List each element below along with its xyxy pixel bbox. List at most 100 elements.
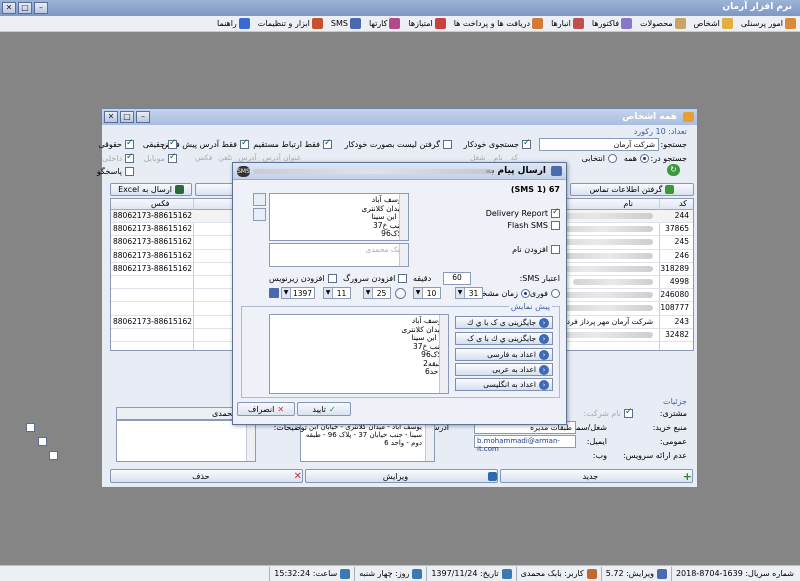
- form-maximize-icon[interactable]: □: [120, 111, 134, 123]
- menu-sms[interactable]: SMS: [331, 18, 361, 29]
- customer-label: مشتری:: [659, 409, 687, 418]
- search-in-selective[interactable]: انتخابی: [582, 154, 617, 163]
- add-header-checkbox[interactable]: [398, 274, 408, 283]
- copy-icon[interactable]: [253, 193, 266, 206]
- delivery-report-option[interactable]: Delivery Report: [486, 207, 560, 218]
- minimize-icon[interactable]: –: [34, 2, 48, 14]
- form-close-icon[interactable]: ✕: [104, 111, 118, 123]
- immediate-radio[interactable]: [551, 289, 560, 298]
- answering-checkbox[interactable]: [125, 167, 134, 176]
- calendar-icon[interactable]: [269, 288, 279, 298]
- new-button[interactable]: + جدید: [500, 469, 693, 483]
- company-checkbox[interactable]: [624, 407, 633, 418]
- flash-sms-option[interactable]: Flash SMS: [507, 221, 560, 230]
- toolbar-button[interactable]: [195, 183, 235, 196]
- add-footer-option[interactable]: افزودن زیرنویس: [269, 274, 337, 283]
- general-checkbox[interactable]: [37, 437, 47, 446]
- add-name-option[interactable]: افزودن نام: [512, 245, 560, 254]
- form-minimize-icon[interactable]: –: [136, 111, 150, 123]
- default-addr-checkbox[interactable]: [240, 138, 249, 149]
- opt-address-title[interactable]: عنوان آدرس: [263, 153, 302, 162]
- mobile-option[interactable]: موبایل: [144, 152, 177, 163]
- hour-select[interactable]: 31 ▼: [455, 287, 483, 299]
- search-in-all[interactable]: همه: [624, 154, 649, 163]
- col-code: کد: [678, 199, 687, 208]
- format-icon[interactable]: [253, 208, 266, 221]
- opt-name[interactable]: نام: [494, 153, 503, 162]
- answering-option[interactable]: پاسخگو: [97, 167, 134, 176]
- menu-points[interactable]: امتیازها: [408, 18, 446, 29]
- digits-ar-button[interactable]: ‹ اعداد به عربی: [455, 363, 553, 376]
- delete-icon: ✕: [293, 470, 302, 482]
- persons-icon: [721, 18, 733, 29]
- opt-fax[interactable]: فکس: [195, 153, 212, 162]
- get-contact-info-button[interactable]: گرفتن اطلاعات تماس: [570, 183, 694, 196]
- email-field[interactable]: b.mohammadi@arman-it.com: [474, 435, 576, 453]
- auto-list-option[interactable]: گرفتن لیست بصورت خودکار: [345, 140, 452, 149]
- digits-en-button[interactable]: ‹ اعداد به انگلیسی: [455, 378, 553, 391]
- auto-search-checkbox[interactable]: [522, 138, 531, 149]
- natural-option[interactable]: حقیقی: [143, 138, 177, 149]
- minute-select[interactable]: 10 ▼: [413, 287, 441, 299]
- digits-fa-button[interactable]: ‹ اعداد به فارسی: [455, 348, 553, 361]
- selective-radio[interactable]: [608, 154, 617, 163]
- month-select[interactable]: 11 ▼: [323, 287, 351, 299]
- address-field[interactable]: یوسف آباد - میدان کلانتری - خیابان ابن س…: [300, 420, 435, 462]
- menu-warehouses[interactable]: انبارها: [551, 18, 584, 29]
- direct-only-option[interactable]: فقط ارتباط مستقیم: [253, 138, 332, 149]
- menu-payments[interactable]: دریافت ها و پرداخت ها: [454, 18, 544, 29]
- opt-code[interactable]: کد: [511, 153, 519, 162]
- replace-persian-button[interactable]: ‹ جایگزینی ي ك با ی ک: [455, 332, 553, 345]
- natural-checkbox[interactable]: [168, 138, 177, 149]
- menu-help[interactable]: راهنما: [217, 18, 250, 29]
- menu-personnel[interactable]: امور پرسنلی: [741, 18, 796, 29]
- signature-textarea[interactable]: بابک محمدی: [269, 243, 409, 267]
- year-select[interactable]: 1397 ▼: [281, 287, 315, 299]
- scheduled-radio[interactable]: [521, 289, 530, 298]
- delete-button[interactable]: ✕ حذف: [110, 469, 303, 483]
- send-excel-button[interactable]: ارسال به Excel: [110, 183, 192, 196]
- message-textarea[interactable]: یوسف آباد میدان کلانتری خ ابن سینا جنب خ…: [269, 193, 409, 241]
- opt-job[interactable]: شغل: [470, 153, 486, 162]
- form-title: همه اشخاص: [622, 112, 677, 122]
- customer-option[interactable]: نام شرکت:: [583, 407, 633, 418]
- add-name-checkbox[interactable]: [551, 245, 560, 254]
- cancel-button[interactable]: ✕ انصراف: [237, 402, 295, 416]
- refresh-icon[interactable]: ↻: [667, 164, 680, 176]
- all-radio[interactable]: [640, 154, 649, 163]
- menu-invoices[interactable]: فاکتورها: [592, 18, 633, 29]
- ok-button[interactable]: ✓ تایید: [297, 402, 351, 416]
- auto-search-option[interactable]: جستجوی خودکار: [464, 138, 531, 149]
- add-footer-checkbox[interactable]: [327, 274, 337, 283]
- status-serial: شماره سریال: 1639-8704-2018: [670, 566, 798, 581]
- immediate-option[interactable]: فوری: [530, 289, 560, 298]
- web-checkbox[interactable]: [49, 451, 59, 460]
- opt-phone[interactable]: تلفن: [218, 153, 232, 162]
- menu-tools[interactable]: ابزار و تنظیمات: [258, 18, 323, 29]
- day-select[interactable]: 25 ▼: [363, 287, 391, 299]
- auto-list-checkbox[interactable]: [443, 140, 452, 149]
- search-input[interactable]: شرکت آرمان: [539, 138, 659, 151]
- menu-products[interactable]: محصولات: [640, 18, 686, 29]
- legal-option[interactable]: حقوقی: [98, 138, 134, 149]
- close-icon[interactable]: ✕: [2, 2, 16, 14]
- replace-arabic-button[interactable]: ‹ جایگزینی ی ک با ي ك: [455, 316, 553, 329]
- add-header-option[interactable]: افزودن سرورگ: [343, 274, 408, 283]
- delivery-checkbox[interactable]: [551, 207, 560, 218]
- menu-persons[interactable]: اشخاص: [694, 18, 733, 29]
- notes-field[interactable]: [116, 420, 256, 462]
- opt-address[interactable]: آدرس: [238, 153, 256, 162]
- internal-option[interactable]: داخلی: [102, 152, 134, 163]
- direct-only-checkbox[interactable]: [323, 138, 332, 149]
- menu-cards[interactable]: کارتها: [369, 18, 401, 29]
- flash-checkbox[interactable]: [551, 221, 560, 230]
- buy-source-checkbox[interactable]: [26, 423, 35, 432]
- legal-checkbox[interactable]: [125, 138, 134, 149]
- search-field-options-right: کد نام شغل: [470, 153, 518, 162]
- mobile-checkbox[interactable]: [168, 152, 177, 163]
- dialog-menu-icon[interactable]: SMS: [237, 166, 250, 177]
- maximize-icon[interactable]: □: [18, 2, 32, 14]
- validity-input[interactable]: 60: [443, 272, 471, 285]
- internal-checkbox[interactable]: [125, 152, 134, 163]
- edit-button[interactable]: ویرایش: [305, 469, 498, 483]
